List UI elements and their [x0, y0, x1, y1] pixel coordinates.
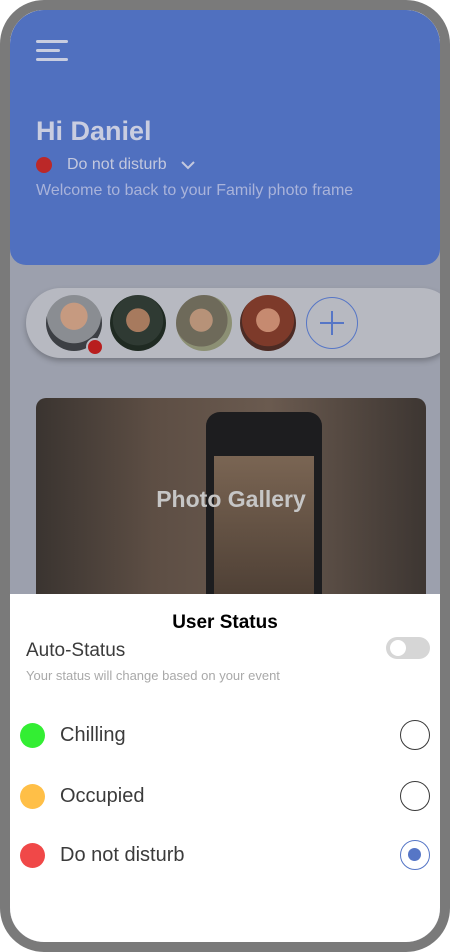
status-radio[interactable] — [400, 781, 430, 811]
user-status-sheet: User Status Auto-Status Your status will… — [10, 594, 440, 942]
avatar-status-dot — [86, 338, 104, 356]
add-member-button[interactable] — [306, 297, 358, 349]
status-color-dot — [20, 723, 45, 748]
status-option-do-not-disturb[interactable]: Do not disturb — [10, 836, 440, 876]
status-color-dot — [20, 843, 45, 868]
app-screen: Hi Daniel Do not disturb Welcome to back… — [10, 10, 440, 942]
status-radio[interactable] — [400, 840, 430, 870]
auto-status-toggle[interactable] — [386, 637, 430, 659]
status-selector[interactable]: Do not disturb — [36, 156, 195, 174]
status-label: Do not disturb — [67, 156, 167, 173]
auto-status-label: Auto-Status — [26, 640, 126, 661]
status-option-label: Do not disturb — [60, 844, 185, 866]
auto-status-hint: Your status will change based on your ev… — [26, 668, 280, 683]
toggle-knob — [390, 640, 406, 656]
status-dot — [36, 157, 52, 173]
phone-frame: Hi Daniel Do not disturb Welcome to back… — [0, 0, 450, 952]
avatar[interactable] — [110, 295, 166, 351]
status-option-occupied[interactable]: Occupied — [10, 777, 440, 817]
welcome-text: Welcome to back to your Family photo fra… — [36, 182, 354, 199]
chevron-down-icon[interactable] — [180, 160, 195, 170]
avatar[interactable] — [240, 295, 296, 351]
sheet-title: User Status — [172, 612, 278, 633]
header: Hi Daniel Do not disturb Welcome to back… — [10, 10, 440, 265]
hamburger-menu-icon[interactable] — [36, 40, 68, 62]
avatar[interactable] — [176, 295, 232, 351]
status-color-dot — [20, 784, 45, 809]
status-option-label: Occupied — [60, 785, 145, 807]
greeting-title: Hi Daniel — [36, 116, 152, 146]
gallery-title: Photo Gallery — [156, 486, 306, 512]
status-option-chilling[interactable]: Chilling — [10, 716, 440, 756]
status-radio[interactable] — [400, 720, 430, 750]
status-option-label: Chilling — [60, 724, 126, 746]
family-avatar-bar — [26, 288, 440, 358]
